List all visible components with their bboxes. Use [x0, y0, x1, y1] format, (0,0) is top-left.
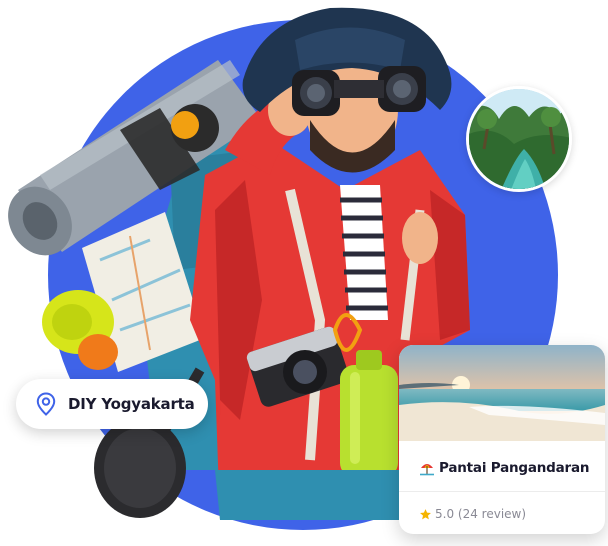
place-title: Pantai Pangandaran: [439, 460, 590, 476]
rating-row: 5.0 (24 review): [419, 505, 526, 523]
hero-illustration: DIY Yogyakarta Pantai Pangandaran 5.0 (2…: [0, 0, 608, 546]
beach-umbrella-icon: [420, 464, 434, 476]
rating-text: 5.0 (24 review): [435, 507, 527, 521]
destination-thumbnail: [466, 86, 572, 192]
place-title-row: Pantai Pangandaran: [419, 457, 590, 479]
location-pill[interactable]: DIY Yogyakarta: [16, 379, 208, 429]
water-bottle: [340, 350, 398, 477]
location-label: DIY Yogyakarta: [68, 395, 195, 413]
star-icon: [420, 508, 431, 519]
map-pin-icon: [36, 392, 56, 416]
place-card[interactable]: Pantai Pangandaran 5.0 (24 review): [399, 345, 605, 534]
card-divider: [399, 491, 605, 492]
beach-sunset-photo: [399, 345, 605, 441]
